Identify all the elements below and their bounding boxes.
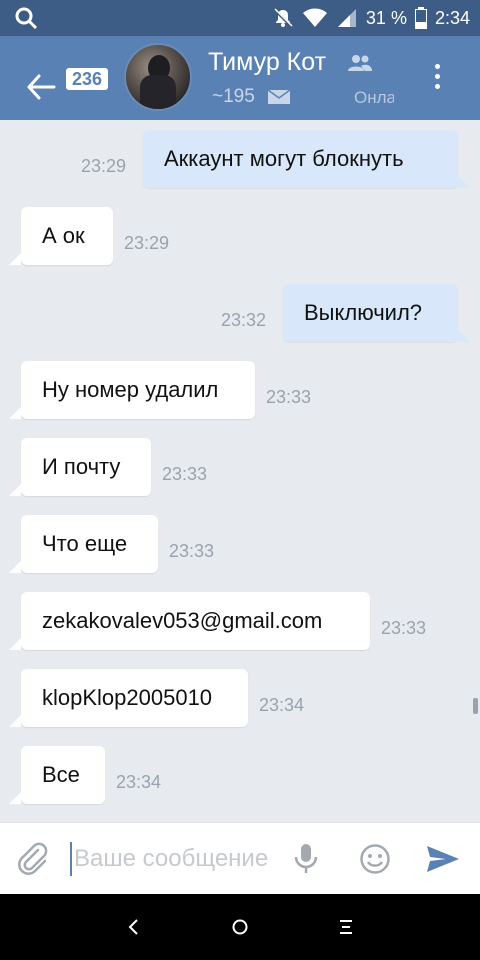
friends-icon <box>348 55 372 71</box>
unread-count-badge: 236 <box>66 68 108 90</box>
scrollbar[interactable] <box>473 698 478 714</box>
message-bubble-incoming[interactable]: А ок <box>9 207 113 265</box>
microphone-icon[interactable] <box>292 843 320 875</box>
message-bubble-incoming[interactable]: И почту <box>9 438 151 496</box>
send-icon[interactable] <box>426 845 460 873</box>
back-button[interactable]: 236 <box>26 56 108 104</box>
status-bar: 31 % 2:34 <box>0 0 480 36</box>
nav-back-icon[interactable] <box>126 918 142 936</box>
friends-count: ~195 <box>212 86 255 107</box>
message-time: 23:32 <box>221 310 267 330</box>
message-bubble-incoming[interactable]: Все <box>9 746 105 804</box>
clock: 2:34 <box>434 7 470 28</box>
nav-recent-apps-icon[interactable] <box>337 918 355 936</box>
message-time: 23:33 <box>162 464 208 484</box>
emoji-icon[interactable] <box>359 843 391 875</box>
message-bubble-incoming[interactable]: zekakovalev053@gmail.com <box>9 592 370 650</box>
wifi-icon <box>302 7 328 29</box>
message-time: 23:34 <box>259 695 305 715</box>
system-nav-bar <box>0 894 480 960</box>
message-bubble-outgoing[interactable]: Аккаунт могут блокнуть <box>143 130 470 188</box>
composer <box>0 822 480 894</box>
more-menu-icon[interactable] <box>428 64 446 96</box>
battery-icon <box>414 7 427 29</box>
signal-icon <box>336 7 358 29</box>
battery-text: 31 % <box>365 7 407 28</box>
nav-home-icon[interactable] <box>231 918 249 936</box>
message-input[interactable] <box>74 841 279 877</box>
paperclip-icon[interactable] <box>16 841 50 875</box>
message-bubble-outgoing[interactable]: Выключил? <box>283 284 470 342</box>
message-time: 23:29 <box>81 156 127 176</box>
message-time: 23:34 <box>116 772 162 792</box>
message-bubble-incoming[interactable]: klopKlop2005010 <box>9 669 248 727</box>
message-time: 23:33 <box>169 541 215 561</box>
mail-icon <box>268 90 290 104</box>
chat-header: 236 Тимур Кот ~195 Онлайн <box>0 36 480 120</box>
contact-name[interactable]: Тимур Кот <box>208 48 326 77</box>
online-status: Онлайн <box>354 88 394 107</box>
message-list[interactable]: Аккаунт могут блокнуть 23:29 А ок 23:29 … <box>0 120 480 822</box>
message-time: 23:33 <box>381 618 427 638</box>
message-bubble-incoming[interactable]: Что еще <box>9 515 158 573</box>
message-time: 23:29 <box>124 233 170 253</box>
search-icon <box>15 7 38 30</box>
arrow-left-icon <box>27 74 56 100</box>
message-time: 23:33 <box>266 387 312 407</box>
text-cursor <box>70 842 72 876</box>
mute-icon <box>272 7 294 29</box>
message-bubble-incoming[interactable]: Ну номер удалил <box>9 361 255 419</box>
avatar[interactable] <box>124 43 192 111</box>
